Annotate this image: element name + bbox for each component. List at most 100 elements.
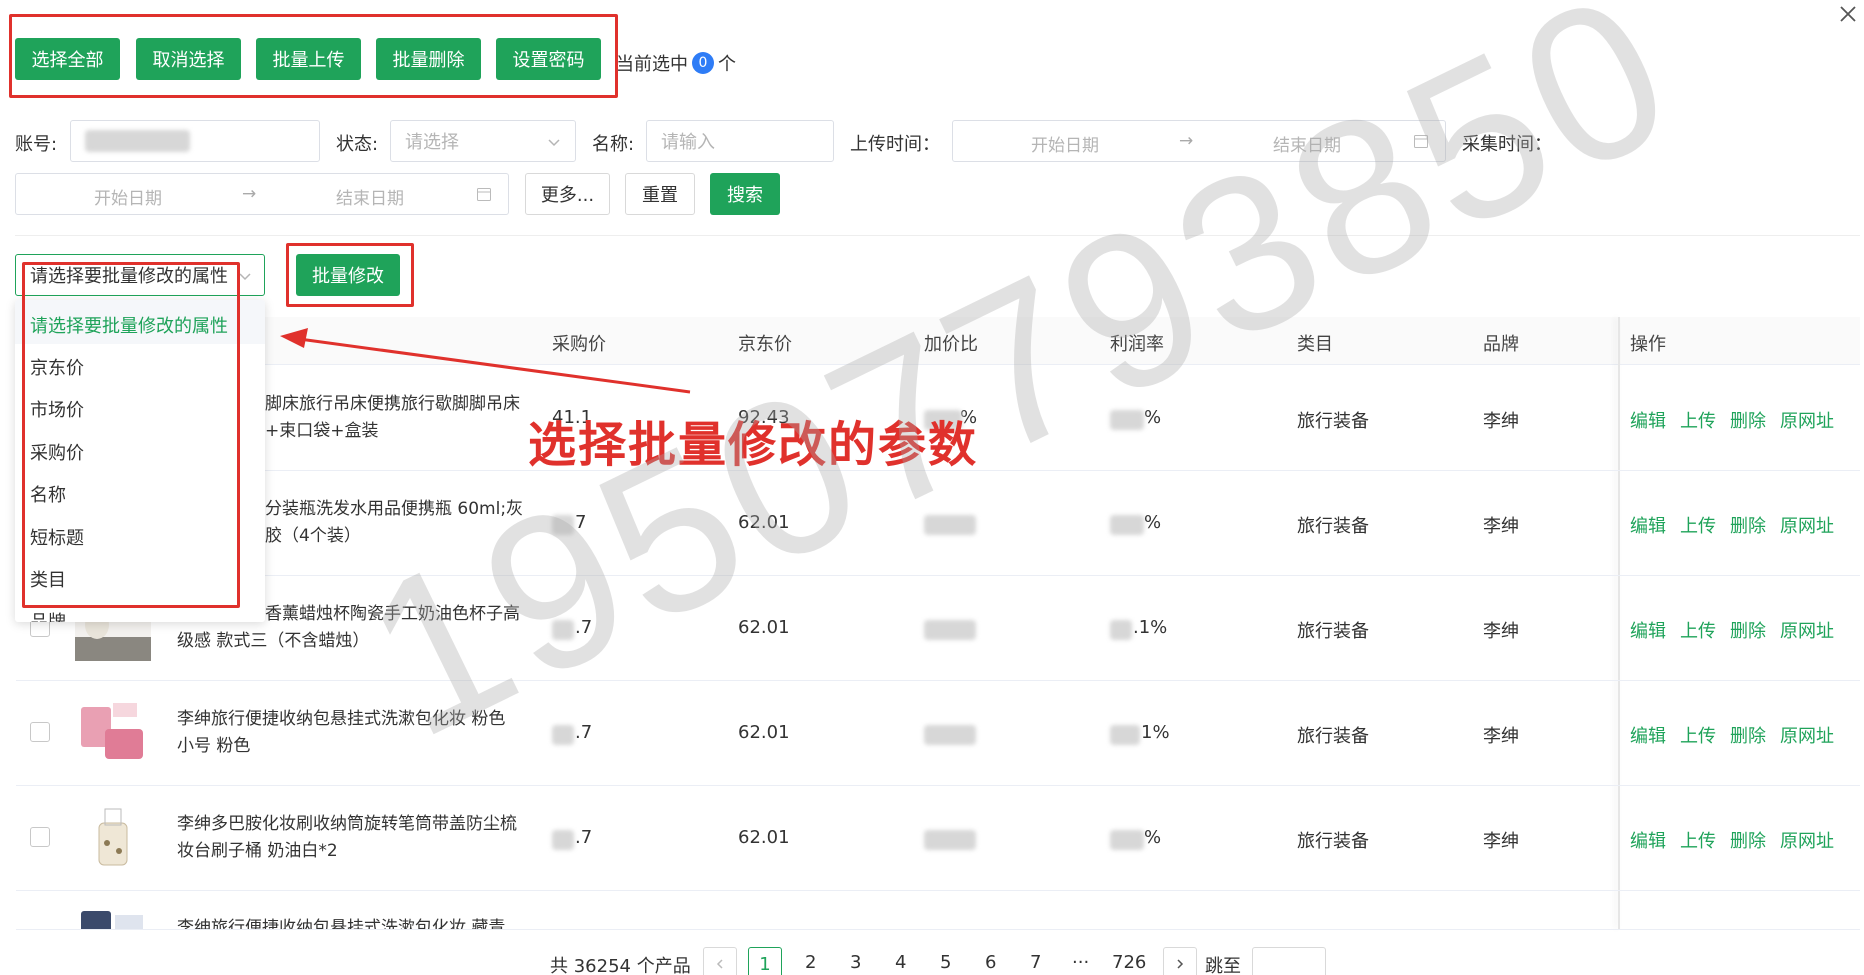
- row1-delete-link[interactable]: 删除: [1730, 407, 1766, 433]
- goto-input[interactable]: [1252, 947, 1326, 975]
- row3-delete-link[interactable]: 删除: [1730, 617, 1766, 643]
- set-password-button[interactable]: 设置密码: [496, 38, 601, 80]
- row4-jd: 62.01: [738, 722, 790, 743]
- dropdown-option-jd-price[interactable]: 京东价: [30, 354, 84, 380]
- close-icon[interactable]: [1838, 4, 1858, 24]
- batch-delete-button[interactable]: 批量删除: [376, 38, 481, 80]
- row5-edit-link[interactable]: 编辑: [1630, 827, 1666, 853]
- row5-upload-link[interactable]: 上传: [1680, 827, 1716, 853]
- row5-brand: 李绅: [1483, 831, 1519, 852]
- selected-count-text: 当前选中 0 个: [616, 52, 736, 75]
- header-actions: 操作: [1630, 334, 1666, 355]
- row5-title: 李绅多巴胺化妆刷收纳筒旋转笔筒带盖防尘梳 妆台刷子桶 奶油白*2: [177, 814, 517, 861]
- page: 选择全部 取消选择 批量上传 批量删除 设置密码 当前选中 0 个 账号: 状态…: [0, 0, 1864, 975]
- collect-time-range[interactable]: 开始日期 → 结束日期: [15, 173, 509, 215]
- page-last[interactable]: 726: [1112, 952, 1146, 973]
- more-button[interactable]: 更多...: [525, 173, 610, 215]
- row4-title: 李绅旅行便捷收纳包悬挂式洗漱包化妆 粉色 小号 粉色: [177, 709, 506, 756]
- row5-jd: 62.01: [738, 827, 790, 848]
- upload-time-range[interactable]: 开始日期 → 结束日期: [952, 120, 1446, 162]
- row3-upload-link[interactable]: 上传: [1680, 617, 1716, 643]
- select-all-button[interactable]: 选择全部: [15, 38, 120, 80]
- name-input[interactable]: 请输入: [646, 120, 834, 162]
- page-5[interactable]: 5: [940, 952, 951, 973]
- chevron-right-icon[interactable]: [1163, 947, 1197, 975]
- row2-delete-link[interactable]: 删除: [1730, 512, 1766, 538]
- chevron-left-icon[interactable]: [703, 947, 737, 975]
- annotation-arrow: [280, 328, 691, 394]
- batch-attribute-select[interactable]: 请选择要批量修改的属性: [15, 254, 265, 296]
- row2-edit-link[interactable]: 编辑: [1630, 512, 1666, 538]
- name-label: 名称:: [592, 134, 635, 155]
- cancel-select-button[interactable]: 取消选择: [136, 38, 241, 80]
- row4-source-link[interactable]: 原网址: [1780, 722, 1834, 748]
- row4-profit: 1%: [1141, 722, 1170, 743]
- row-divider: [16, 785, 1860, 786]
- calendar-icon: [476, 186, 492, 207]
- batch-modify-button[interactable]: 批量修改: [296, 254, 400, 296]
- row2-source-link[interactable]: 原网址: [1780, 512, 1834, 538]
- account-input[interactable]: [70, 120, 320, 162]
- row5-delete-link[interactable]: 删除: [1730, 827, 1766, 853]
- dropdown-option-category[interactable]: 类目: [30, 566, 66, 592]
- dropdown-option-brand[interactable]: 品牌: [30, 608, 66, 622]
- row1-profit-blur: [1110, 410, 1144, 430]
- row1-source-link[interactable]: 原网址: [1780, 407, 1834, 433]
- row2-upload-link[interactable]: 上传: [1680, 512, 1716, 538]
- header-category: 类目: [1297, 334, 1333, 355]
- row1-upload-link[interactable]: 上传: [1680, 407, 1716, 433]
- dropdown-option-placeholder[interactable]: 请选择要批量修改的属性: [30, 312, 228, 338]
- row4-delete-link[interactable]: 删除: [1730, 722, 1766, 748]
- arrow-right-icon: →: [242, 184, 257, 204]
- row3-profit-blur: [1110, 620, 1132, 640]
- reset-button[interactable]: 重置: [625, 173, 695, 215]
- page-6[interactable]: 6: [985, 952, 996, 973]
- status-select[interactable]: 请选择: [390, 120, 576, 162]
- row4-checkbox[interactable]: [30, 722, 50, 742]
- row1-profit: %: [1144, 407, 1162, 428]
- upload-time-label: 上传时间：: [850, 134, 940, 155]
- search-button[interactable]: 搜索: [710, 173, 780, 215]
- dropdown-option-short-title[interactable]: 短标题: [30, 524, 84, 550]
- calendar-icon: [1413, 133, 1429, 154]
- header-brand: 品牌: [1483, 334, 1519, 355]
- row3-category: 旅行装备: [1297, 621, 1369, 642]
- dropdown-option-name[interactable]: 名称: [30, 481, 66, 507]
- dropdown-option-purchase-price[interactable]: 采购价: [30, 439, 84, 465]
- row5-profit: %: [1144, 827, 1162, 848]
- row1-edit-link[interactable]: 编辑: [1630, 407, 1666, 433]
- page-ellipsis[interactable]: ···: [1072, 952, 1089, 973]
- chevron-down-icon: [238, 267, 252, 288]
- row4-edit-link[interactable]: 编辑: [1630, 722, 1666, 748]
- dropdown-option-market-price[interactable]: 市场价: [30, 396, 84, 422]
- page-3[interactable]: 3: [850, 952, 861, 973]
- page-1[interactable]: 1: [748, 947, 782, 975]
- row2-purchase: 7: [575, 512, 587, 533]
- status-label: 状态:: [336, 134, 379, 155]
- row-divider: [16, 575, 1860, 576]
- selected-count-badge: 0: [692, 52, 714, 74]
- row3-brand: 李绅: [1483, 621, 1519, 642]
- row4-markup-blur: [924, 725, 976, 745]
- goto-label: 跳至: [1205, 956, 1241, 975]
- pagination-total: 共 36254 个产品: [550, 956, 691, 975]
- row5-markup-blur: [924, 830, 976, 850]
- row2-jd: 62.01: [738, 512, 790, 533]
- row1-brand: 李绅: [1483, 411, 1519, 432]
- row5-checkbox[interactable]: [30, 827, 50, 847]
- row2-markup-blur: [924, 515, 976, 535]
- row6-clip: 李绅旅行便捷收纳包悬挂式洗漱包化妆 藏青: [0, 891, 1864, 929]
- page-4[interactable]: 4: [895, 952, 906, 973]
- page-7[interactable]: 7: [1030, 952, 1041, 973]
- row3-edit-link[interactable]: 编辑: [1630, 617, 1666, 643]
- header-profit: 利润率: [1110, 334, 1164, 355]
- row3-source-link[interactable]: 原网址: [1780, 617, 1834, 643]
- row4-upload-link[interactable]: 上传: [1680, 722, 1716, 748]
- batch-upload-button[interactable]: 批量上传: [256, 38, 361, 80]
- account-label: 账号:: [15, 134, 58, 155]
- row1-category: 旅行装备: [1297, 411, 1369, 432]
- row3-purchase: .7: [575, 617, 593, 638]
- row2-profit-blur: [1110, 515, 1144, 535]
- row5-source-link[interactable]: 原网址: [1780, 827, 1834, 853]
- page-2[interactable]: 2: [805, 952, 816, 973]
